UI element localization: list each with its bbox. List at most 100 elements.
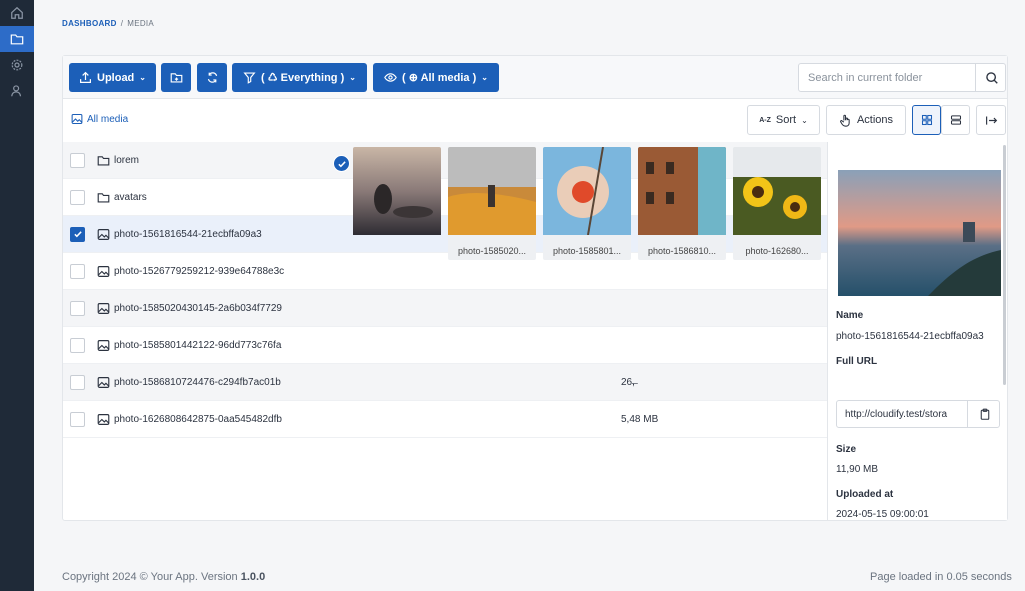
row-checkbox[interactable] (70, 189, 85, 205)
row-name: photo-1586810724476-c294fb7ac01b (114, 376, 281, 388)
row-size: 26,̶ (621, 376, 635, 388)
row-name: photo-1526779259212-939e64788e3c (114, 265, 285, 277)
sidebar-item-home[interactable] (0, 0, 34, 26)
media-manager-panel: Upload ⌄ ( ♺ Everything ) ⌄ ( ⊕ All medi… (62, 55, 1008, 521)
row-name: lorem (114, 154, 140, 166)
name-value: photo-1561816544-21ecbffa09a3 (836, 331, 984, 342)
sidebar-item-media[interactable] (0, 26, 34, 52)
details-scrollbar[interactable] (1003, 145, 1006, 385)
grid-view-button[interactable] (912, 105, 941, 135)
folder-icon (97, 192, 110, 203)
uploaded-value: 2024-05-15 09:00:01 (836, 509, 929, 520)
row-checkbox[interactable] (70, 374, 85, 390)
thumbnail-item[interactable]: photo-1585020... (448, 147, 536, 260)
row-checkbox[interactable] (70, 152, 85, 168)
breadcrumb: DASHBOARD / MEDIA (62, 19, 154, 28)
upload-button[interactable]: Upload ⌄ (69, 63, 156, 92)
selected-check-badge (333, 155, 350, 172)
size-label: Size (836, 444, 857, 455)
arrow-to-right-icon (985, 115, 997, 125)
thumbnail-caption: photo-1585801... (552, 245, 622, 256)
filter-label: ( ♺ Everything ) (261, 72, 345, 84)
sidebar-item-settings[interactable] (0, 52, 34, 78)
all-media-label: All media (87, 113, 129, 125)
chevron-down-icon: ⌄ (349, 73, 356, 82)
footer-load-time: Page loaded in 0.05 seconds (870, 571, 1012, 583)
sidebar-item-users[interactable] (0, 78, 34, 104)
hand-pointer-icon (840, 114, 850, 127)
sort-label: Sort (775, 114, 797, 126)
upload-label: Upload (97, 71, 135, 84)
list-item[interactable]: photo-1626808642875-0aa545482dfb 5,48 MB (63, 401, 828, 438)
toggle-details-button[interactable] (976, 105, 1006, 135)
new-folder-button[interactable] (161, 63, 191, 92)
filter-dropdown[interactable]: ( ♺ Everything ) ⌄ (232, 63, 367, 92)
list-item[interactable]: photo-1585020430145-2a6b034f7729 (63, 290, 828, 327)
search-icon (985, 71, 998, 84)
list-item[interactable]: photo-1585801442122-96dd773c76fa (63, 327, 828, 364)
eye-icon (384, 73, 397, 82)
url-label: Full URL (836, 356, 878, 367)
thumbnail-grid: photo-1585020... photo-1585801... photo-… (333, 147, 823, 267)
size-value: 11,90 MB (836, 464, 879, 475)
selected-image-preview (838, 170, 1001, 296)
filter-icon (243, 72, 256, 84)
search-button[interactable] (977, 64, 1006, 91)
thumbnail-item[interactable]: photo-1585801... (543, 147, 631, 260)
chevron-down-icon: ⌄ (139, 73, 146, 82)
image-icon (97, 265, 110, 277)
thumbnail-item[interactable]: photo-1586810... (638, 147, 726, 260)
thumbnail-caption: photo-162680... (745, 245, 809, 256)
image-icon (97, 302, 110, 314)
all-media-link[interactable]: All media (71, 113, 128, 125)
gear-icon (11, 59, 23, 71)
image-icon (97, 413, 110, 425)
thumbnail-caption: photo-1586810... (647, 245, 717, 256)
copy-url-button[interactable] (969, 401, 1000, 427)
breadcrumb-separator: / (120, 19, 124, 28)
sidebar (0, 0, 34, 591)
actions-label: Actions (856, 114, 894, 126)
thumbnail-item[interactable]: photo-162680... (733, 147, 821, 260)
row-checkbox[interactable] (70, 337, 85, 353)
sort-button[interactable]: A-Z Sort ⌄ (747, 105, 820, 135)
search-input[interactable] (799, 64, 976, 91)
photo-street-thumbnail (638, 147, 726, 235)
list-item[interactable]: photo-1586810724476-c294fb7ac01b 26,̶ (63, 364, 828, 401)
row-name: avatars (114, 191, 147, 203)
grid-icon (921, 114, 932, 126)
details-panel: Name photo-1561816544-21ecbffa09a3 Full … (827, 142, 1007, 520)
row-checkbox[interactable] (70, 226, 85, 242)
visibility-label: ( ⊕ All media ) (402, 72, 477, 84)
actions-button[interactable]: Actions (826, 105, 906, 135)
row-checkbox[interactable] (70, 300, 85, 316)
image-icon (97, 228, 110, 240)
breadcrumb-dashboard[interactable]: DASHBOARD (62, 19, 117, 28)
url-field[interactable] (837, 401, 968, 427)
footer-copyright: Copyright 2024 © Your App. Version 1.0.0 (62, 571, 265, 583)
upload-icon (80, 71, 91, 83)
photo-flower-thumbnail (543, 147, 631, 236)
copyright-text: Copyright 2024 © Your App. Version (62, 571, 241, 583)
list-view-button[interactable] (941, 105, 970, 135)
row-checkbox[interactable] (70, 411, 85, 427)
refresh-button[interactable] (197, 63, 227, 92)
refresh-icon (207, 72, 217, 83)
image-icon (97, 339, 110, 351)
check-icon (73, 231, 82, 238)
name-label: Name (836, 310, 864, 321)
thumbnail-item[interactable] (353, 147, 441, 260)
row-checkbox[interactable] (70, 263, 85, 279)
user-icon (11, 85, 22, 97)
row-name: photo-1585020430145-2a6b034f7729 (114, 302, 282, 314)
visibility-dropdown[interactable]: ( ⊕ All media ) ⌄ (373, 63, 499, 92)
list-rows-icon (950, 115, 961, 125)
check-icon (337, 160, 346, 167)
version-text: 1.0.0 (240, 571, 266, 583)
breadcrumb-current: MEDIA (127, 19, 155, 28)
home-icon (11, 6, 23, 19)
image-icon (71, 113, 83, 125)
clipboard-icon (980, 408, 989, 420)
uploaded-label: Uploaded at (836, 489, 894, 500)
row-name: photo-1585801442122-96dd773c76fa (114, 339, 282, 351)
